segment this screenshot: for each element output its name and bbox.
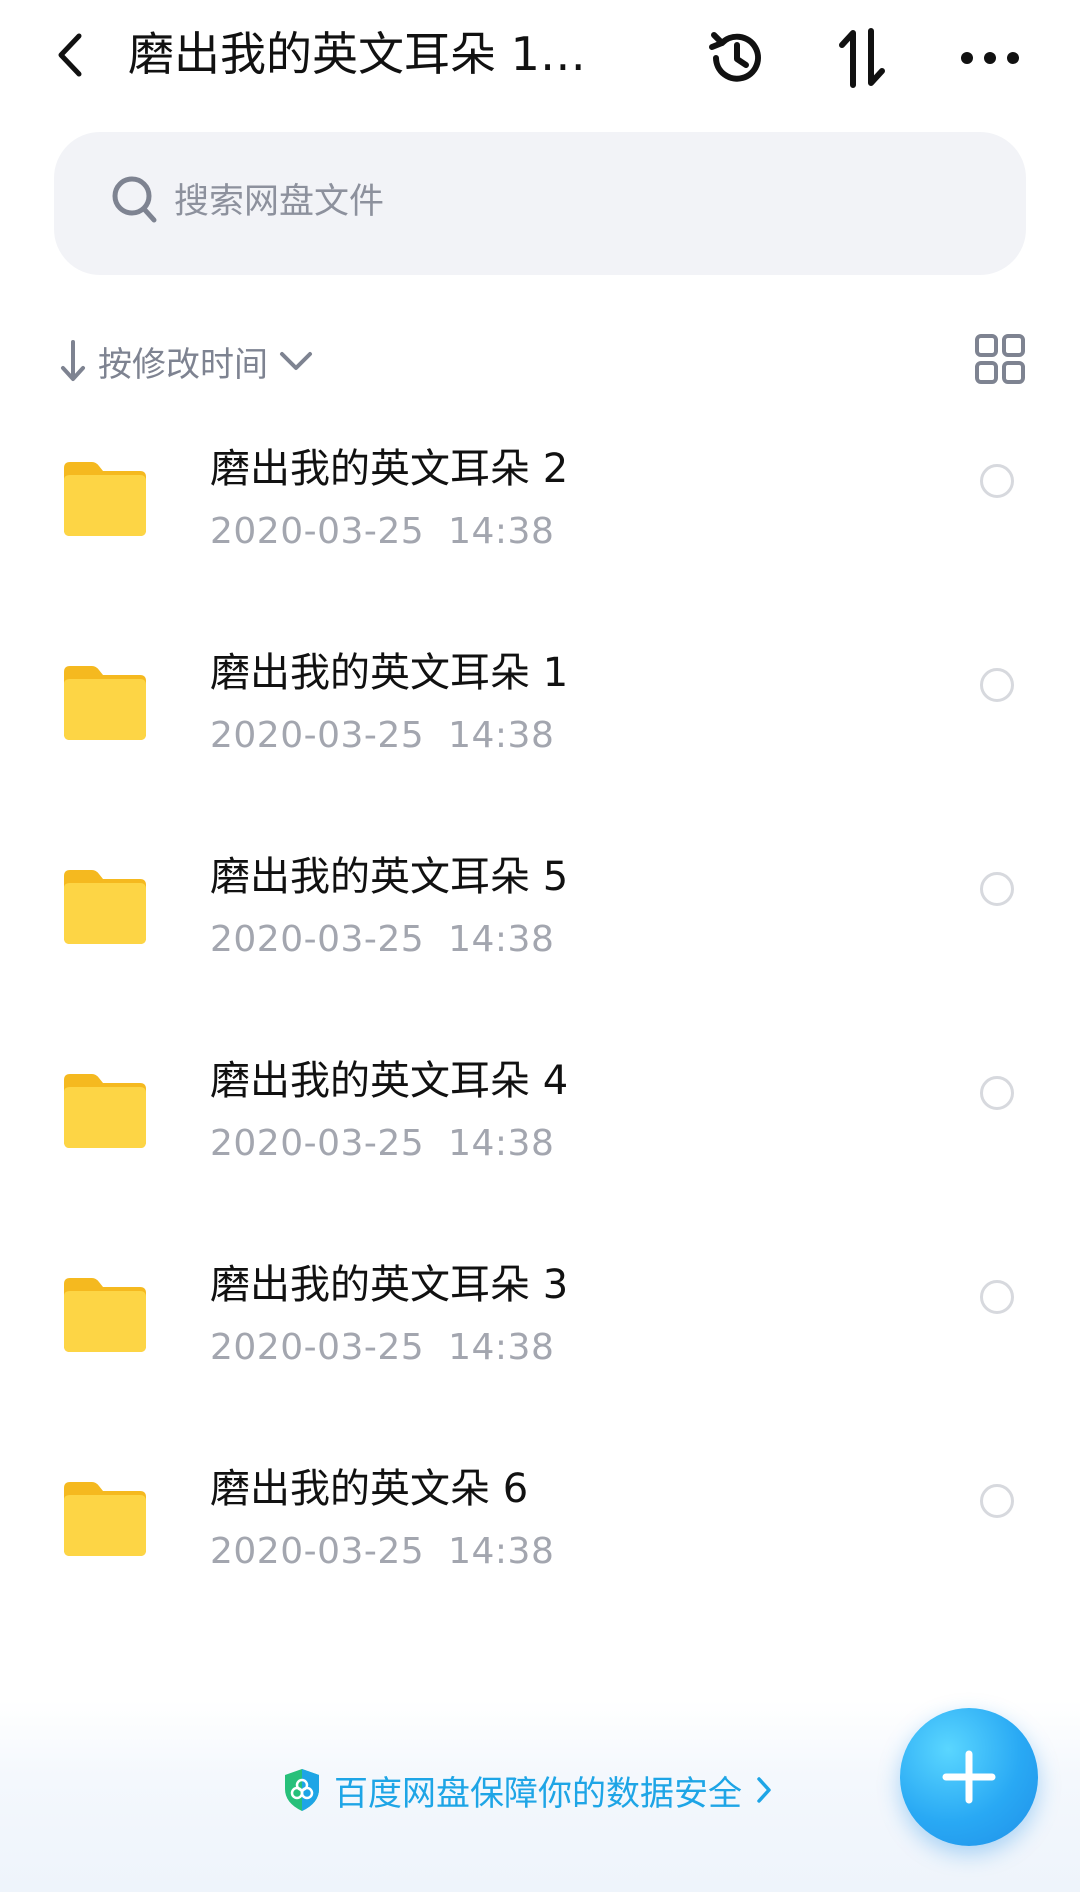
plus-icon: [942, 1750, 996, 1804]
chevron-down-icon: [280, 352, 312, 370]
file-date: 2020-03-25: [210, 715, 425, 756]
chevron-left-icon: [58, 33, 82, 77]
file-name: 磨出我的英文耳朵 5: [210, 854, 569, 900]
list-item[interactable]: 磨出我的英文耳朵 1 2020-03-25 14:38: [0, 634, 1080, 838]
file-name: 磨出我的英文耳朵 4: [210, 1058, 569, 1104]
list-item[interactable]: 磨出我的英文耳朵 3 2020-03-25 14:38: [0, 1246, 1080, 1450]
more-button[interactable]: [950, 18, 1030, 98]
file-date: 2020-03-25: [210, 1531, 425, 1572]
file-time: 14:38: [448, 1531, 555, 1572]
file-time: 14:38: [448, 511, 555, 552]
file-date: 2020-03-25: [210, 511, 425, 552]
history-icon: [709, 32, 761, 82]
page-title: 磨出我的英文耳朵 1…: [128, 27, 586, 81]
file-time: 14:38: [448, 919, 555, 960]
folder-icon: [64, 1278, 146, 1352]
file-modified: 2020-03-25 14:38: [210, 504, 554, 560]
top-bar: 磨出我的英文耳朵 1…: [0, 0, 1080, 115]
transfer-icon: [839, 28, 885, 88]
back-button[interactable]: [40, 20, 100, 90]
sort-button[interactable]: 按修改时间: [58, 333, 314, 389]
file-modified: 2020-03-25 14:38: [210, 1524, 554, 1580]
arrow-down-icon: [61, 340, 85, 381]
list-item[interactable]: 磨出我的英文朵 6 2020-03-25 14:38: [0, 1450, 1080, 1654]
file-name: 磨出我的英文耳朵 3: [210, 1262, 569, 1308]
file-time: 14:38: [448, 715, 555, 756]
folder-icon: [64, 666, 146, 740]
list-item[interactable]: 磨出我的英文耳朵 2 2020-03-25 14:38: [0, 430, 1080, 634]
folder-icon: [64, 870, 146, 944]
file-modified: 2020-03-25 14:38: [210, 1320, 554, 1376]
file-date: 2020-03-25: [210, 1327, 425, 1368]
file-browser-page: 磨出我的英文耳朵 1… 搜索网盘文件 按修改时间 磨出我的英文耳朵 2 2020…: [0, 0, 1080, 1892]
file-time: 14:38: [448, 1123, 555, 1164]
transfer-button[interactable]: [822, 18, 902, 98]
select-checkbox[interactable]: [980, 1076, 1014, 1110]
security-link[interactable]: 百度网盘保障你的数据安全: [282, 1760, 774, 1820]
file-name: 磨出我的英文耳朵 2: [210, 446, 569, 492]
select-checkbox[interactable]: [980, 872, 1014, 906]
list-item[interactable]: 磨出我的英文耳朵 5 2020-03-25 14:38: [0, 838, 1080, 1042]
search-bar[interactable]: 搜索网盘文件: [54, 132, 1026, 275]
select-checkbox[interactable]: [980, 668, 1014, 702]
file-date: 2020-03-25: [210, 1123, 425, 1164]
add-button[interactable]: [900, 1708, 1038, 1846]
sort-bar: 按修改时间: [0, 325, 1080, 395]
search-placeholder: 搜索网盘文件: [174, 182, 385, 222]
file-time: 14:38: [448, 1327, 555, 1368]
chevron-right-icon: [757, 1777, 771, 1803]
search-icon: [112, 176, 157, 223]
select-checkbox[interactable]: [980, 1484, 1014, 1518]
list-item[interactable]: 磨出我的英文耳朵 4 2020-03-25 14:38: [0, 1042, 1080, 1246]
file-name: 磨出我的英文朵 6: [210, 1466, 529, 1512]
file-name: 磨出我的英文耳朵 1: [210, 650, 569, 696]
folder-icon: [64, 1074, 146, 1148]
file-modified: 2020-03-25 14:38: [210, 708, 554, 764]
select-checkbox[interactable]: [980, 1280, 1014, 1314]
folder-icon: [64, 462, 146, 536]
more-icon: [961, 52, 1019, 64]
shield-icon: [285, 1769, 319, 1811]
history-button[interactable]: [697, 18, 777, 98]
security-text: 百度网盘保障你的数据安全: [334, 1773, 742, 1814]
file-date: 2020-03-25: [210, 919, 425, 960]
grid-view-icon[interactable]: [974, 333, 1026, 385]
sort-label: 按修改时间: [98, 344, 268, 385]
select-checkbox[interactable]: [980, 464, 1014, 498]
file-modified: 2020-03-25 14:38: [210, 912, 554, 968]
file-modified: 2020-03-25 14:38: [210, 1116, 554, 1172]
folder-icon: [64, 1482, 146, 1556]
